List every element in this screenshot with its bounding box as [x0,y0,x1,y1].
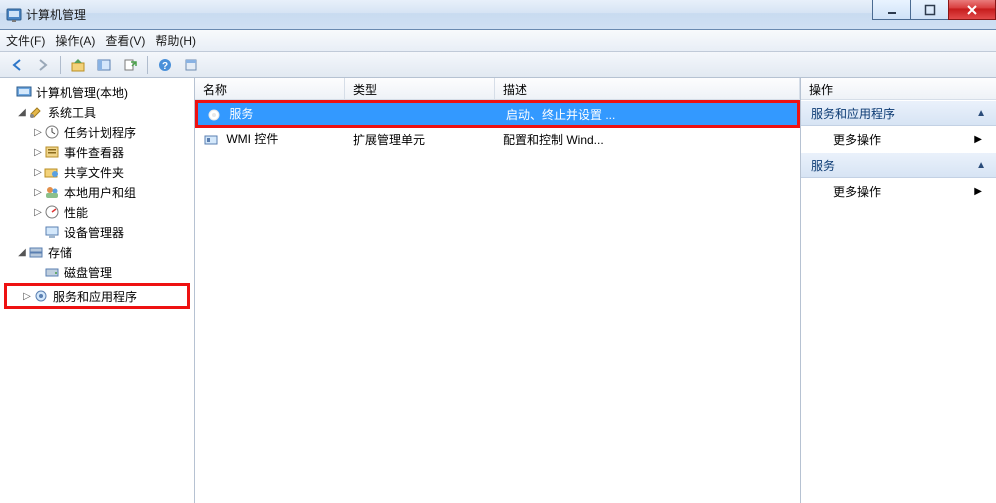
menubar: 文件(F) 操作(A) 查看(V) 帮助(H) [0,30,996,52]
tree-services-apps[interactable]: ▷ 服务和应用程序 [7,286,187,306]
storage-icon [28,244,44,260]
collapse-icon[interactable]: ◢ [16,247,28,258]
column-type[interactable]: 类型 [345,78,495,99]
window-title: 计算机管理 [26,6,86,23]
cell-text: 配置和控制 Wind... [503,133,604,147]
list-pane: 名称 类型 描述 服务 启动、终止并设置 ... WMI 控件 扩展管理单元 配… [195,78,801,503]
navigation-tree: 计算机管理(本地) ◢ 系统工具 ▷ 任务计划程序 ▷ 事件查看器 ▷ 共享文件 [0,78,194,314]
menu-view[interactable]: 查看(V) [105,32,145,49]
chevron-up-icon: ▲ [976,160,986,171]
tree-label: 本地用户和组 [64,184,136,201]
item-label: 更多操作 [833,131,881,148]
expand-icon[interactable]: ▷ [32,167,44,178]
help-button[interactable]: ? [154,55,176,75]
submenu-arrow-icon: ▶ [974,134,982,145]
actions-more-2[interactable]: 更多操作 ▶ [801,178,996,204]
list-row-services[interactable]: 服务 启动、终止并设置 ... [198,103,797,125]
disk-icon [44,264,60,280]
column-desc[interactable]: 描述 [495,78,800,99]
app-icon [6,7,22,23]
clock-icon [44,124,60,140]
event-icon [44,144,60,160]
tree-label: 存储 [48,244,72,261]
group-label: 服务和应用程序 [811,105,895,122]
list-header: 名称 类型 描述 [195,78,800,100]
expand-icon[interactable]: ▷ [32,147,44,158]
tree-label: 磁盘管理 [64,264,112,281]
highlight-services-apps: ▷ 服务和应用程序 [4,283,190,309]
cell-text: 服务 [229,107,253,121]
tree-performance[interactable]: ▷ 性能 [2,202,192,222]
expand-icon[interactable]: ▷ [32,187,44,198]
menu-file[interactable]: 文件(F) [6,32,45,49]
tree-system-tools[interactable]: ◢ 系统工具 [2,102,192,122]
tree-label: 设备管理器 [64,224,124,241]
computer-icon [16,84,32,100]
tree-shared-folders[interactable]: ▷ 共享文件夹 [2,162,192,182]
show-hide-tree-button[interactable] [93,55,115,75]
tree-label: 性能 [64,204,88,221]
tree-label: 共享文件夹 [64,164,124,181]
tree-event-viewer[interactable]: ▷ 事件查看器 [2,142,192,162]
maximize-button[interactable] [910,0,948,20]
client-area: 计算机管理(本地) ◢ 系统工具 ▷ 任务计划程序 ▷ 事件查看器 ▷ 共享文件 [0,78,996,503]
item-label: 更多操作 [833,183,881,200]
wmi-icon [203,132,219,148]
properties-button[interactable] [180,55,202,75]
folder-share-icon [44,164,60,180]
tree-root[interactable]: 计算机管理(本地) [2,82,192,102]
tree-device-manager[interactable]: 设备管理器 [2,222,192,242]
tree-label: 任务计划程序 [64,124,136,141]
toolbar: ? [0,52,996,78]
expand-icon[interactable]: ▷ [32,207,44,218]
actions-pane: 操作 服务和应用程序 ▲ 更多操作 ▶ 服务 ▲ 更多操作 ▶ [801,78,996,503]
performance-icon [44,204,60,220]
tree-disk-management[interactable]: 磁盘管理 [2,262,192,282]
nav-back-button[interactable] [6,55,28,75]
window-buttons [872,0,996,20]
tree-pane: 计算机管理(本地) ◢ 系统工具 ▷ 任务计划程序 ▷ 事件查看器 ▷ 共享文件 [0,78,195,503]
gear-icon [206,107,222,123]
tree-local-users[interactable]: ▷ 本地用户和组 [2,182,192,202]
titlebar: 计算机管理 [0,0,996,30]
collapse-icon[interactable]: ◢ [16,107,28,118]
services-icon [33,288,49,304]
device-icon [44,224,60,240]
chevron-up-icon: ▲ [976,108,986,119]
cell-text: 启动、终止并设置 ... [506,108,615,122]
svg-text:?: ? [162,61,168,72]
tree-label: 事件查看器 [64,144,124,161]
menu-action[interactable]: 操作(A) [55,32,95,49]
tree-label: 系统工具 [48,104,96,121]
users-icon [44,184,60,200]
export-button[interactable] [119,55,141,75]
cell-text: WMI 控件 [226,132,278,146]
toolbar-separator [147,56,148,74]
tree-label: 服务和应用程序 [53,288,137,305]
tree-storage[interactable]: ◢ 存储 [2,242,192,262]
tree-task-scheduler[interactable]: ▷ 任务计划程序 [2,122,192,142]
actions-group-services[interactable]: 服务 ▲ [801,152,996,178]
minimize-button[interactable] [872,0,910,20]
highlight-services-row: 服务 启动、终止并设置 ... [195,100,800,128]
close-button[interactable] [948,0,996,20]
expand-icon[interactable]: ▷ [32,127,44,138]
toolbar-separator [60,56,61,74]
cell-text: 扩展管理单元 [353,133,425,147]
menu-help[interactable]: 帮助(H) [155,32,196,49]
actions-group-services-apps[interactable]: 服务和应用程序 ▲ [801,100,996,126]
actions-pane-header: 操作 [801,78,996,100]
group-label: 服务 [811,157,835,174]
actions-more-1[interactable]: 更多操作 ▶ [801,126,996,152]
tools-icon [28,104,44,120]
expand-icon[interactable]: ▷ [21,291,33,302]
list-row-wmi[interactable]: WMI 控件 扩展管理单元 配置和控制 Wind... [195,128,800,150]
up-button[interactable] [67,55,89,75]
tree-label: 计算机管理(本地) [36,84,128,101]
nav-forward-button[interactable] [32,55,54,75]
column-name[interactable]: 名称 [195,78,345,99]
submenu-arrow-icon: ▶ [974,186,982,197]
